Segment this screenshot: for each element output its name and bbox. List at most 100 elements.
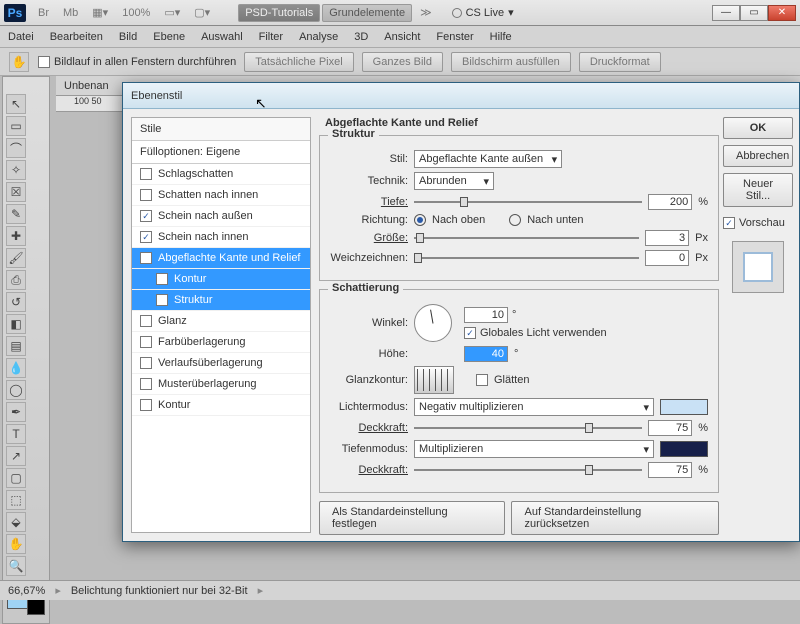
style-item-2[interactable]: Schein nach außen <box>132 206 310 227</box>
preview-checkbox[interactable] <box>723 217 735 229</box>
style-checkbox[interactable] <box>140 315 152 327</box>
technik-dropdown[interactable]: Abrunden <box>414 172 494 190</box>
actual-pixels-button[interactable]: Tatsächliche Pixel <box>244 52 353 72</box>
style-item-6[interactable]: Struktur <box>132 290 310 311</box>
style-checkbox[interactable] <box>140 210 152 222</box>
menu-auswahl[interactable]: Auswahl <box>201 31 243 43</box>
heal-tool[interactable]: ✚ <box>6 226 26 246</box>
shadowmode-dropdown[interactable]: Multiplizieren <box>414 440 654 458</box>
zoom-readout[interactable]: 100% <box>116 5 156 21</box>
menu-ebene[interactable]: Ebene <box>153 31 185 43</box>
dodge-tool[interactable]: ◯ <box>6 380 26 400</box>
scroll-all-checkbox[interactable]: Bildlauf in allen Fenstern durchführen <box>38 56 236 68</box>
new-style-button[interactable]: Neuer Stil... <box>723 173 793 207</box>
hand-tool[interactable]: ✋ <box>6 534 26 554</box>
3d-tool[interactable]: ⬚ <box>6 490 26 510</box>
more-icon[interactable]: ≫ <box>414 4 438 21</box>
menu-bearbeiten[interactable]: Bearbeiten <box>50 31 103 43</box>
view-extras-icon[interactable]: ▦▾ <box>86 4 114 21</box>
menu-datei[interactable]: Datei <box>8 31 34 43</box>
path-tool[interactable]: ↗ <box>6 446 26 466</box>
winkel-value[interactable]: 10 <box>464 307 508 323</box>
style-item-3[interactable]: Schein nach innen <box>132 227 310 248</box>
size-value[interactable]: 3 <box>645 230 689 246</box>
light-color[interactable] <box>660 399 708 415</box>
size-slider[interactable] <box>414 231 639 245</box>
shadow-opac-value[interactable]: 75 <box>648 462 692 478</box>
global-light-checkbox[interactable] <box>464 327 476 339</box>
print-size-button[interactable]: Druckformat <box>579 52 661 72</box>
hoehe-value[interactable]: 40 <box>464 346 508 362</box>
style-checkbox[interactable] <box>140 378 152 390</box>
style-checkbox[interactable] <box>140 252 152 264</box>
maximize-button[interactable]: ▭ <box>740 5 768 21</box>
eraser-tool[interactable]: ◧ <box>6 314 26 334</box>
style-checkbox[interactable] <box>140 168 152 180</box>
menu-ansicht[interactable]: Ansicht <box>384 31 420 43</box>
pen-tool[interactable]: ✒ <box>6 402 26 422</box>
workspace-tab-psd[interactable]: PSD-Tutorials <box>238 4 320 22</box>
minimize-button[interactable]: — <box>712 5 740 21</box>
light-opac-value[interactable]: 75 <box>648 420 692 436</box>
shape-tool[interactable]: ▢ <box>6 468 26 488</box>
style-item-7[interactable]: Glanz <box>132 311 310 332</box>
soft-slider[interactable] <box>414 251 639 265</box>
smooth-checkbox[interactable] <box>476 374 488 386</box>
style-checkbox[interactable] <box>156 294 168 306</box>
menu-bild[interactable]: Bild <box>119 31 137 43</box>
crop-tool[interactable]: ☒ <box>6 182 26 202</box>
style-checkbox[interactable] <box>140 399 152 411</box>
styles-header[interactable]: Stile <box>132 118 310 141</box>
style-item-4[interactable]: Abgeflachte Kante und Relief <box>132 248 310 269</box>
wand-tool[interactable]: ✧ <box>6 160 26 180</box>
down-radio[interactable] <box>509 214 521 226</box>
menu-fenster[interactable]: Fenster <box>436 31 473 43</box>
style-checkbox[interactable] <box>140 357 152 369</box>
blending-options[interactable]: Fülloptionen: Eigene <box>132 141 310 164</box>
style-checkbox[interactable] <box>140 336 152 348</box>
bridge-button[interactable]: Br <box>32 5 55 21</box>
style-item-8[interactable]: Farbüberlagerung <box>132 332 310 353</box>
menu-hilfe[interactable]: Hilfe <box>490 31 512 43</box>
tiefe-value[interactable]: 200 <box>648 194 692 210</box>
style-checkbox[interactable] <box>140 189 152 201</box>
gloss-contour[interactable] <box>414 366 454 394</box>
lightmode-dropdown[interactable]: Negativ multiplizieren <box>414 398 654 416</box>
stamp-tool[interactable]: ⎙ <box>6 270 26 290</box>
screenmode-icon[interactable]: ▢▾ <box>188 4 216 21</box>
light-opac-slider[interactable] <box>414 421 642 435</box>
shadow-color[interactable] <box>660 441 708 457</box>
cslive-button[interactable]: CS Live ▾ <box>452 6 514 19</box>
style-item-1[interactable]: Schatten nach innen <box>132 185 310 206</box>
menu-3d[interactable]: 3D <box>354 31 368 43</box>
style-checkbox[interactable] <box>140 231 152 243</box>
document-tab[interactable]: Unbenan <box>64 80 109 92</box>
style-checkbox[interactable] <box>156 273 168 285</box>
move-tool[interactable]: ↖ <box>6 94 26 114</box>
eyedropper-tool[interactable]: ✎ <box>6 204 26 224</box>
history-tool[interactable]: ↺ <box>6 292 26 312</box>
minibridge-button[interactable]: Mb <box>57 5 84 21</box>
shadow-opac-slider[interactable] <box>414 463 642 477</box>
style-item-10[interactable]: Musterüberlagerung <box>132 374 310 395</box>
up-radio[interactable] <box>414 214 426 226</box>
cancel-button[interactable]: Abbrechen <box>723 145 793 167</box>
set-default-button[interactable]: Als Standardeinstellung festlegen <box>319 501 505 535</box>
style-item-0[interactable]: Schlagschatten <box>132 164 310 185</box>
style-item-11[interactable]: Kontur <box>132 395 310 416</box>
zoom-tool[interactable]: 🔍 <box>6 556 26 576</box>
fill-screen-button[interactable]: Bildschirm ausfüllen <box>451 52 571 72</box>
3d-cam-tool[interactable]: ⬙ <box>6 512 26 532</box>
status-zoom[interactable]: 66,67% <box>8 585 45 597</box>
soft-value[interactable]: 0 <box>645 250 689 266</box>
menu-filter[interactable]: Filter <box>259 31 283 43</box>
style-item-5[interactable]: Kontur <box>132 269 310 290</box>
marquee-tool[interactable]: ▭ <box>6 116 26 136</box>
stil-dropdown[interactable]: Abgeflachte Kante außen <box>414 150 562 168</box>
lasso-tool[interactable]: ⌒ <box>6 138 26 158</box>
blur-tool[interactable]: 💧 <box>6 358 26 378</box>
arrange-icon[interactable]: ▭▾ <box>158 4 186 21</box>
menu-analyse[interactable]: Analyse <box>299 31 338 43</box>
brush-tool[interactable]: 🖌 <box>6 248 26 268</box>
type-tool[interactable]: T <box>6 424 26 444</box>
